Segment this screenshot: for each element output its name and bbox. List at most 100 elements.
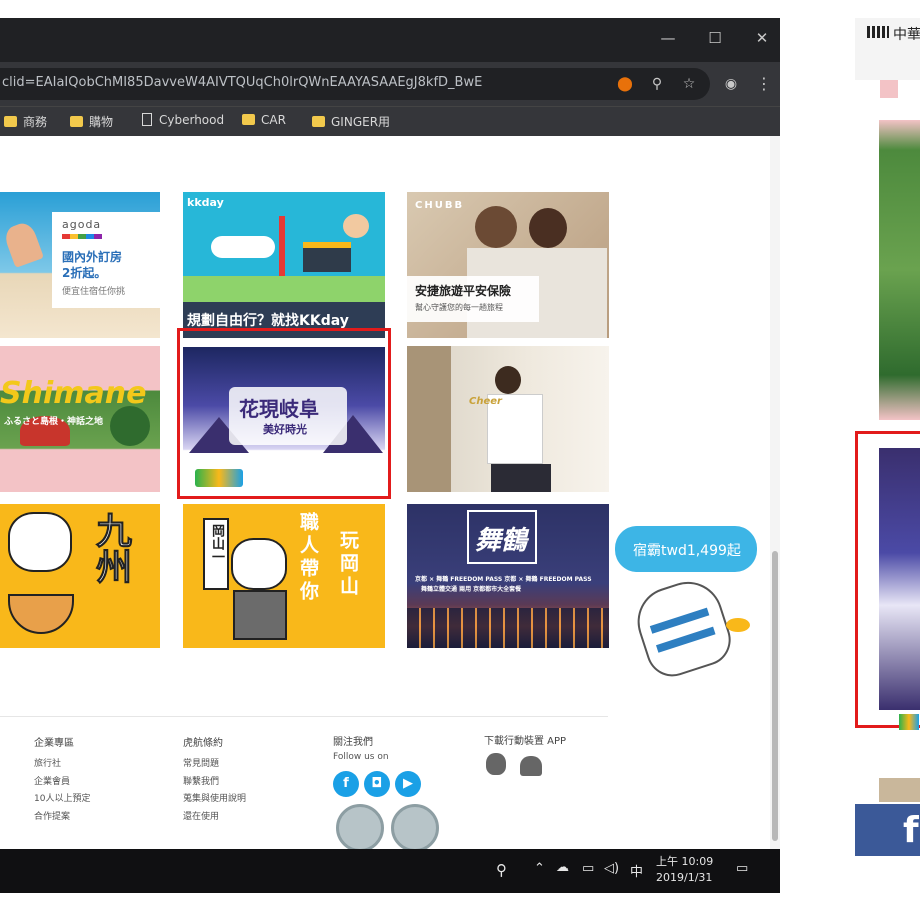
cloud-shape bbox=[211, 236, 275, 258]
footer-divider bbox=[0, 716, 608, 717]
gifu-subtitle: 美好時光 bbox=[263, 423, 307, 436]
zoom-icon[interactable]: ⚲ bbox=[646, 73, 668, 95]
tiger-mascot[interactable] bbox=[628, 572, 738, 684]
tray-chevron-icon[interactable]: ⌃ bbox=[534, 861, 545, 876]
agoda-line3: 便宜住宿任你挑 bbox=[62, 287, 126, 297]
agoda-line2: 2折起。 bbox=[62, 266, 107, 280]
ramen-bowl bbox=[8, 594, 74, 634]
browser-window: — ☐ ✕ clid=EAIaIQobChMI85DavveW4AIVTQUqC… bbox=[0, 18, 780, 893]
temple-shape bbox=[303, 242, 351, 272]
bookmark-star-icon[interactable]: ☆ bbox=[678, 73, 700, 95]
menu-icon[interactable]: ⋮ bbox=[756, 74, 772, 93]
page-content: agoda 國內外訂房 2折起。 便宜住宿任你挑 kkday 規劃自由行？就找K… bbox=[0, 136, 780, 852]
celeb-banner[interactable]: Cheer bbox=[407, 346, 609, 492]
footer-link[interactable]: 企業會員 bbox=[34, 774, 70, 787]
minimize-button[interactable]: — bbox=[656, 26, 680, 50]
chubb-banner[interactable]: CHUBB 安捷旅遊平安保險 幫心守護您的每一趟旅程 bbox=[407, 192, 609, 338]
footer-link[interactable]: 還在使用 bbox=[183, 809, 219, 822]
agoda-dots bbox=[62, 234, 102, 239]
wooden-wall bbox=[407, 346, 451, 492]
title-bar: — ☐ ✕ bbox=[0, 18, 780, 62]
chubb-card: 安捷旅遊平安保險 幫心守護您的每一趟旅程 bbox=[407, 276, 539, 322]
apple-icon[interactable] bbox=[486, 753, 506, 775]
phone-gifu-image[interactable] bbox=[879, 448, 920, 710]
gifu-logo bbox=[195, 469, 243, 487]
page-icon bbox=[142, 113, 152, 126]
clock-time[interactable]: 上午 10:09 bbox=[656, 853, 713, 869]
people-icon[interactable]: ⚲ bbox=[496, 861, 507, 879]
sumo-figure bbox=[343, 214, 369, 238]
footer-link[interactable]: 常見問題 bbox=[183, 756, 219, 769]
clock-date[interactable]: 2019/1/31 bbox=[656, 871, 712, 884]
kyushu-banner[interactable]: 九州 bbox=[0, 504, 160, 648]
footer-heading-app: 下載行動裝置 APP bbox=[484, 736, 567, 747]
onedrive-icon[interactable]: ☁ bbox=[556, 860, 569, 875]
scrollbar-thumb[interactable] bbox=[772, 551, 778, 841]
android-icon[interactable] bbox=[520, 756, 542, 776]
youtube-icon[interactable]: ▶ bbox=[395, 771, 421, 797]
okayama-sign-text: 岡山一 bbox=[209, 524, 224, 563]
folder-icon bbox=[242, 114, 255, 125]
phone-next-image[interactable] bbox=[879, 778, 920, 802]
night-line2: 舞鶴立體交通 兩用 京都都市大全套餐 bbox=[421, 586, 522, 593]
footer-link[interactable]: 旅行社 bbox=[34, 756, 61, 769]
kkday-logo: kkday bbox=[187, 196, 224, 209]
footer-link[interactable]: 蒐集與使用說明 bbox=[183, 791, 246, 804]
notification-icon[interactable]: ▭ bbox=[736, 861, 748, 876]
chubb-line2: 幫心守護您的每一趟旅程 bbox=[415, 303, 503, 312]
account-icon[interactable]: ◉ bbox=[720, 73, 742, 95]
phone-gifu-logo bbox=[899, 714, 919, 730]
volume-icon[interactable]: ◁) bbox=[604, 861, 619, 876]
footer-link[interactable]: 10人以上預定 bbox=[34, 791, 90, 804]
network-icon[interactable]: ▭ bbox=[582, 861, 594, 876]
footer-link[interactable]: 聯繫我們 bbox=[183, 774, 219, 787]
bookmark-cyberhood[interactable]: Cyberhood bbox=[142, 113, 224, 131]
bookmark-ginger[interactable]: GINGER用 bbox=[312, 113, 390, 131]
footer-heading-terms: 虎航條約 bbox=[183, 738, 223, 749]
bookmark-car[interactable]: CAR bbox=[242, 113, 286, 131]
phone-shimane-image[interactable] bbox=[879, 120, 920, 420]
url-text[interactable]: clid=EAIaIQobChMI85DavveW4AIVTQUqCh0lrQW… bbox=[2, 75, 482, 90]
footer-heading-follow: 關注我們 bbox=[333, 737, 373, 748]
scrollbar[interactable] bbox=[770, 136, 780, 849]
close-button[interactable]: ✕ bbox=[750, 26, 774, 50]
award-badge bbox=[391, 804, 439, 852]
bookmark-shangwu[interactable]: 商務 bbox=[4, 113, 47, 131]
kyushu-title: 九州 bbox=[90, 512, 132, 585]
person-head bbox=[475, 206, 517, 248]
bookmarks-bar: 商務 購物 Cyberhood CAR GINGER用 bbox=[0, 106, 780, 136]
night-banner[interactable]: 舞鶴 京都 × 舞鶴 FREEDOM PASS 京都 × 舞鶴 FREEDOM … bbox=[407, 504, 609, 648]
tiger-beak bbox=[726, 618, 750, 632]
shimane-subtitle: ふるさと島根・神話之地 bbox=[4, 417, 104, 427]
kkday-banner[interactable]: kkday 規劃自由行？就找KKday bbox=[183, 192, 385, 338]
gifu-banner[interactable]: 花現岐阜 美好時光 bbox=[183, 347, 385, 493]
taskbar: ⚲ ⌃ ☁ ▭ ◁) 中 上午 10:09 2019/1/31 ▭ bbox=[0, 849, 780, 893]
town-lights bbox=[407, 608, 609, 648]
footer-link[interactable]: 合作提案 bbox=[34, 809, 70, 822]
instagram-icon[interactable]: ◘ bbox=[364, 771, 390, 797]
phone-facebook-bar[interactable]: f bbox=[855, 804, 920, 856]
bookmark-gouwu[interactable]: 購物 bbox=[70, 113, 113, 131]
promo-bubble-text: 宿霸twd1,499起 bbox=[633, 543, 741, 559]
ime-indicator[interactable]: 中 bbox=[630, 861, 643, 880]
folder-icon bbox=[312, 116, 325, 127]
pine-tree bbox=[110, 406, 150, 446]
award-badge bbox=[336, 804, 384, 852]
maximize-button[interactable]: ☐ bbox=[703, 26, 727, 50]
extension-icon[interactable]: ⬤ bbox=[614, 73, 636, 95]
folder-icon bbox=[70, 116, 83, 127]
okayama-banner[interactable]: 岡山一 職人帶你 玩岡山 bbox=[183, 504, 385, 648]
promo-bubble[interactable]: 宿霸twd1,499起 bbox=[615, 526, 757, 572]
facebook-icon[interactable]: f bbox=[333, 771, 359, 797]
agoda-banner[interactable]: agoda 國內外訂房 2折起。 便宜住宿任你挑 bbox=[0, 192, 160, 338]
facebook-icon: f bbox=[903, 810, 919, 851]
night-line1: 京都 × 舞鶴 FREEDOM PASS 京都 × 舞鶴 FREEDOM PAS… bbox=[415, 576, 592, 583]
footer-heading-business: 企業專區 bbox=[34, 738, 74, 749]
carrier-name: 中華 bbox=[893, 27, 920, 43]
night-title: 舞鶴 bbox=[475, 526, 528, 556]
url-field[interactable]: clid=EAIaIQobChMI85DavveW4AIVTQUqCh0lrQW… bbox=[0, 68, 710, 100]
bookmark-label: Cyberhood bbox=[159, 113, 225, 127]
address-bar-row: clid=EAIaIQobChMI85DavveW4AIVTQUqCh0lrQW… bbox=[0, 62, 780, 106]
gifu-title: 花現岐阜 bbox=[239, 397, 319, 421]
shimane-banner[interactable]: Shimane ふるさと島根・神話之地 bbox=[0, 346, 160, 492]
